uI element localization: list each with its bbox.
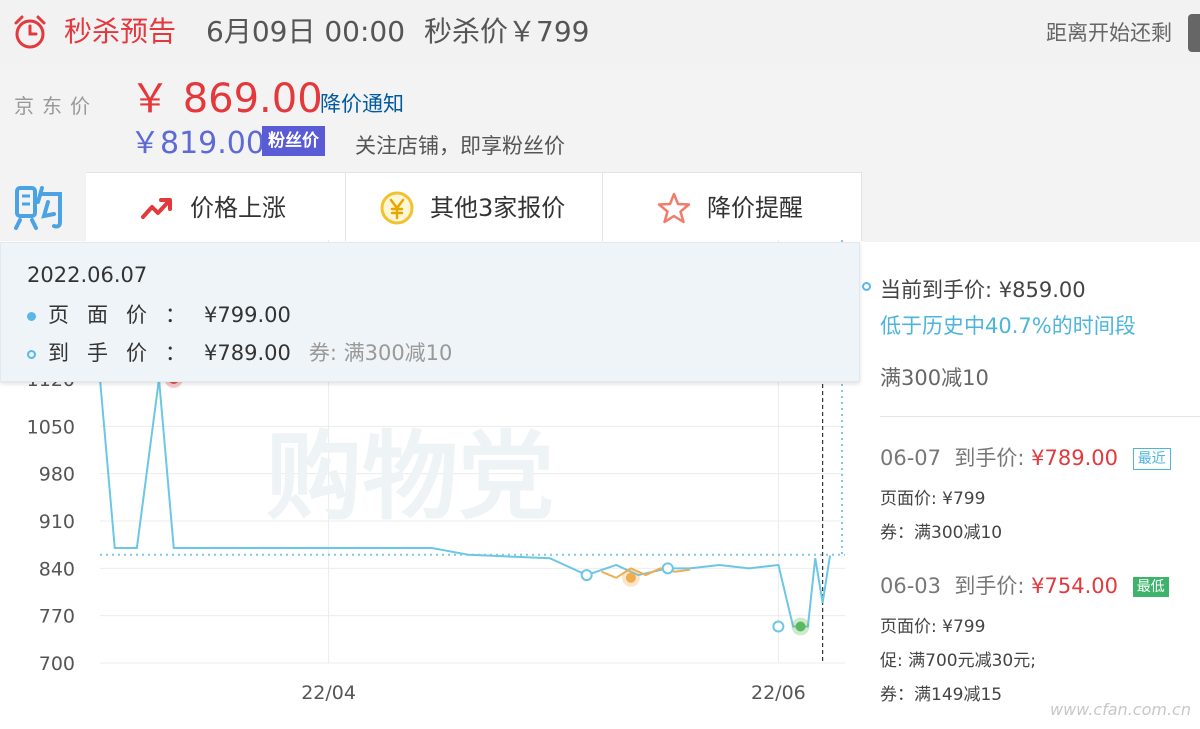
history-percentile: 低于历史中40.7%的时间段 [880, 314, 1136, 338]
y-tick-label: 1050 [27, 416, 75, 438]
tab-price-alert[interactable]: 降价提醒 [603, 172, 862, 241]
data-point [772, 620, 785, 633]
tooltip-page-price-row: 页面价：¥799.00 [27, 299, 291, 329]
lowest-tag: 最低 [1132, 577, 1169, 597]
x-tick-label: 22/04 [301, 682, 356, 704]
gouwudang-logo[interactable] [0, 172, 86, 241]
tab-price-rise[interactable]: 价格上涨 [86, 172, 346, 241]
tooltip-final-price-value: ¥789.00 [204, 341, 291, 365]
tooltip-final-price-key: 到手价： [48, 341, 204, 365]
info-divider [880, 416, 1200, 417]
site-watermark: www.cfan.com.cn [1050, 700, 1191, 719]
data-point [580, 569, 593, 582]
record-recent-line: 券：满300减10 [880, 523, 1003, 543]
yen-coin-icon [380, 191, 414, 225]
price-drop-notify-link[interactable]: 降价通知 [320, 88, 404, 118]
record-lowest-line: 页面价: ¥799 [880, 617, 986, 637]
data-point [661, 562, 674, 575]
price-panel: 京东价 ￥ 869.00 降价通知 ￥819.00 粉丝价 关注店铺，即享粉丝价 [0, 64, 1200, 172]
record-lowest-line: 促: 满700元减30元; [880, 651, 1036, 671]
y-tick-label: 840 [39, 558, 75, 580]
record-recent: 06-07 到手价: ¥789.00 最近 [880, 442, 1171, 472]
y-tick-label: 910 [39, 511, 75, 533]
tooltip-page-price-value: ¥799.00 [204, 303, 291, 327]
current-price-dot-icon [862, 282, 871, 291]
fans-price-value: ￥819.00 [130, 126, 265, 161]
record-lowest-price: ¥754.00 [1031, 574, 1118, 598]
tooltip-date: 2022.06.07 [27, 263, 148, 287]
highlight-point-lowest [795, 621, 806, 632]
highlight-point-mid [625, 572, 636, 583]
alarm-clock-icon [14, 15, 46, 49]
tab-other-offers-label: 其他3家报价 [430, 194, 566, 222]
record-recent-label: 到手价: [954, 446, 1025, 470]
flash-sale-bar: 秒杀预告 6月09日 00:00 秒杀价￥799 距离开始还剩 [0, 0, 1200, 64]
y-tick-label: 980 [39, 464, 75, 486]
price-info-panel: 当前到手价: ¥859.00 低于历史中40.7%的时间段 满300减10 06… [862, 242, 1200, 729]
record-lowest-line: 券：满149减15 [880, 685, 1003, 705]
final-price-dot-icon [27, 349, 36, 359]
record-lowest-label: 到手价: [954, 574, 1025, 598]
tab-bar-filler [862, 172, 1200, 242]
page-price-dot-icon [27, 311, 36, 321]
chart-tooltip: 2022.06.07 页面价：¥799.00 到手价：¥789.00 券: 满30… [0, 242, 860, 382]
record-lowest-date: 06-03 [880, 574, 942, 598]
jd-price-value: ￥ 869.00 [130, 76, 323, 122]
price-tracker-page: 秒杀预告 6月09日 00:00 秒杀价￥799 距离开始还剩 京东价 ￥ 86… [0, 0, 1200, 729]
chart-axes: 1120105098091084077070022/0422/06 [27, 369, 806, 704]
current-final-price: 当前到手价: ¥859.00 [880, 278, 1086, 302]
countdown-digit-box [1188, 14, 1200, 52]
fans-price-badge: 粉丝价 [262, 126, 325, 156]
flash-countdown-label: 距离开始还剩 [1046, 21, 1172, 45]
record-recent-price: ¥789.00 [1031, 446, 1118, 470]
fans-price-text: 关注店铺，即享粉丝价 [355, 134, 565, 158]
tooltip-coupon: 券: 满300减10 [308, 341, 453, 365]
flash-sale-price: 秒杀价￥799 [424, 15, 590, 48]
record-recent-date: 06-07 [880, 446, 942, 470]
y-tick-label: 700 [39, 653, 75, 675]
current-coupon: 满300减10 [880, 366, 989, 390]
tooltip-page-price-key: 页面价： [48, 303, 204, 327]
recent-tag: 最近 [1132, 448, 1171, 470]
x-tick-label: 22/06 [751, 682, 806, 704]
chart-watermark: 购物党 [266, 421, 554, 533]
star-outline-icon [657, 192, 691, 224]
tooltip-final-price-row: 到手价：¥789.00 券: 满300减10 [27, 337, 452, 367]
record-recent-line: 页面价: ¥799 [880, 489, 986, 509]
jd-price-label: 京东价 [14, 94, 98, 118]
tab-price-alert-label: 降价提醒 [707, 194, 803, 222]
y-tick-label: 770 [39, 606, 75, 628]
tab-price-rise-label: 价格上涨 [190, 194, 286, 222]
tab-bar: 价格上涨 其他3家报价 降价提醒 [0, 172, 862, 241]
record-lowest: 06-03 到手价: ¥754.00 最低 [880, 570, 1169, 600]
gouwudang-logo-icon [14, 186, 62, 230]
trend-up-icon [141, 198, 172, 219]
flash-sale-time: 6月09日 00:00 [206, 15, 406, 48]
tab-other-offers[interactable]: 其他3家报价 [346, 172, 603, 241]
flash-sale-title: 秒杀预告 [64, 15, 177, 48]
